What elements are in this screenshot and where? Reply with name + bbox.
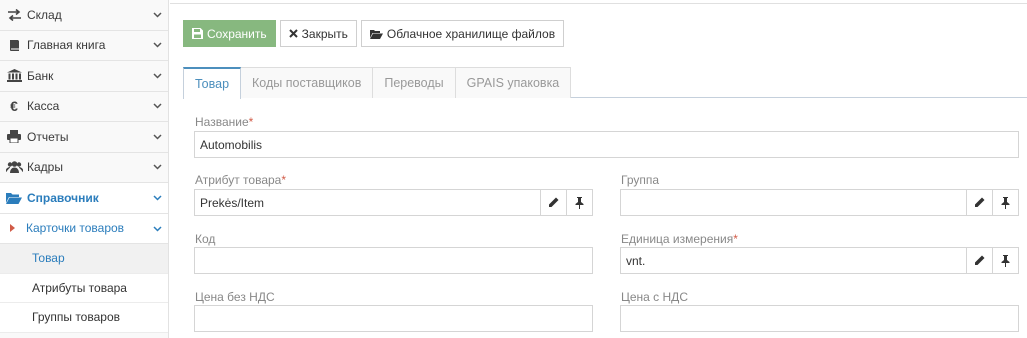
folder-open-icon [369,29,383,39]
floppy-disk-icon [192,28,203,39]
chevron-down-icon [152,10,162,20]
code-label: Код [195,232,216,246]
tab-product[interactable]: Товар [183,67,242,99]
sidebar-item-hr[interactable]: Кадры [0,152,168,183]
caret-right-icon [10,223,16,233]
sidebar-item-label: Склад [27,7,62,22]
cloud-storage-button-label: Облачное хранилище файлов [386,26,556,41]
required-mark: * [281,173,287,187]
name-label: Название* [195,115,254,129]
sidebar-item-directory[interactable]: Справочник [0,183,168,214]
chevron-down-icon [152,101,162,111]
sidebar-leaf-product-attributes[interactable]: Атрибуты товара [0,273,168,303]
tab-translations[interactable]: Переводы [372,67,456,98]
chevron-down-icon [153,221,162,235]
cloud-storage-button[interactable]: Облачное хранилище файлов [360,20,565,47]
price-vat-label: Цена с НДС [621,290,688,304]
group-label: Группа [621,173,660,187]
bank-icon [5,69,23,83]
sidebar-item-label: Касса [27,99,60,114]
sidebar-item-label: Кадры [27,160,63,175]
pin-icon [575,196,584,209]
print-icon [5,130,23,144]
edit-attribute-button[interactable] [540,190,566,215]
price-net-field[interactable] [194,305,593,332]
sidebar-submenu-label: Карточки товаров [26,221,125,236]
exchange-icon [5,8,23,22]
toolbar: Сохранить Закрыть Облачное хранилище фай… [183,20,565,47]
sidebar-item-reports[interactable]: Отчеты [0,122,168,153]
save-button[interactable]: Сохранить [183,20,276,47]
pencil-icon [975,197,985,207]
save-button-label: Сохранить [207,26,267,41]
chevron-down-icon [152,71,162,81]
name-field[interactable]: Automobilis [194,131,1019,158]
close-icon [288,29,298,38]
edit-group-button[interactable] [966,190,992,215]
sidebar-item-bank[interactable]: Банк [0,61,168,92]
folder-open-icon [5,191,23,205]
unit-value: vnt. [626,253,646,268]
euro-icon: € [10,98,18,115]
required-mark: * [248,115,254,129]
attribute-value: Prekės/Item [200,195,265,210]
chevron-down-icon [152,40,162,50]
close-button-label: Закрыть [301,26,348,41]
book-icon [5,38,23,52]
sidebar: Склад Главная книга Банк € Касса Отчеты … [0,0,169,338]
sidebar-submenu-product-cards[interactable]: Карточки товаров [0,213,168,244]
sidebar-item-cash[interactable]: € Касса [0,91,168,122]
price-net-label: Цена без НДС [195,290,275,304]
group-field[interactable] [620,189,1019,216]
price-vat-field[interactable] [620,305,1019,332]
attribute-label: Атрибут товара* [195,173,287,187]
sidebar-item-warehouse[interactable]: Склад [0,0,168,31]
main-content: Сохранить Закрыть Облачное хранилище фай… [170,0,1027,338]
tab-bar: Товар Коды поставщиков Переводы GPAIS уп… [183,67,1027,99]
sidebar-item-label: Банк [27,68,54,83]
unit-label: Единица измерения* [621,232,738,246]
required-mark: * [733,232,738,246]
pin-unit-button[interactable] [992,248,1018,273]
tab-gpais-packaging[interactable]: GPAIS упаковка [454,67,572,98]
chevron-down-icon [152,132,162,142]
sidebar-item-general-ledger[interactable]: Главная книга [0,30,168,61]
code-field[interactable] [194,247,593,274]
pencil-icon [549,197,559,207]
pencil-icon [975,255,985,265]
pin-attribute-button[interactable] [566,190,592,215]
sidebar-leaf-product-groups[interactable]: Группы товаров [0,303,168,333]
chevron-down-icon [152,193,162,203]
sidebar-item-label: Справочник [27,190,99,205]
close-button[interactable]: Закрыть [279,20,357,47]
unit-field[interactable]: vnt. [620,247,1019,274]
sidebar-item-label: Отчеты [27,129,69,144]
users-icon [5,160,23,174]
tab-supplier-codes[interactable]: Коды поставщиков [240,67,374,98]
sidebar-leaf-product[interactable]: Товар [0,244,168,274]
pin-icon [1001,254,1010,267]
edit-unit-button[interactable] [966,248,992,273]
chevron-down-icon [152,162,162,172]
pin-icon [1001,196,1010,209]
top-divider [170,0,1027,4]
attribute-field[interactable]: Prekės/Item [194,189,593,216]
sidebar-item-label: Главная книга [27,38,106,53]
pin-group-button[interactable] [992,190,1018,215]
